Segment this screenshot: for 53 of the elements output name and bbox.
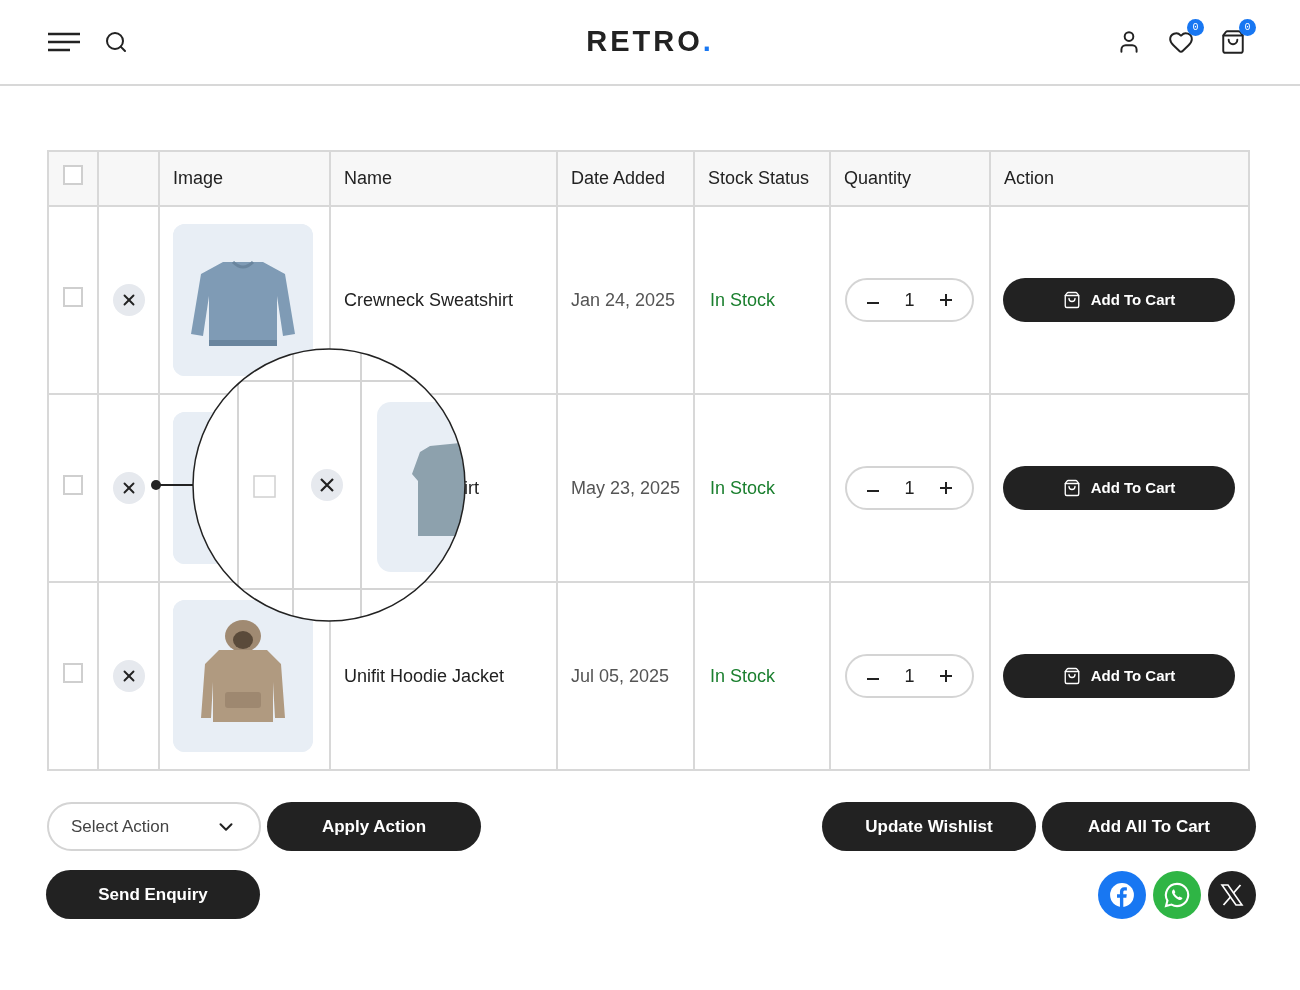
stock-status: In Stock [710, 289, 776, 310]
add-all-to-cart-button[interactable]: Add All To Cart [1042, 802, 1256, 851]
menu-icon[interactable] [48, 32, 80, 52]
remove-button[interactable] [112, 284, 145, 316]
remove-button[interactable] [112, 660, 145, 692]
stock-status: In Stock [710, 477, 776, 498]
checkbox[interactable] [63, 165, 83, 185]
quantity-stepper[interactable]: 1 [845, 654, 974, 698]
share-button[interactable] [1208, 870, 1256, 919]
add-to-cart-button[interactable]: Add To Cart [1003, 278, 1235, 322]
facebook-icon [1109, 881, 1135, 908]
add-to-cart-button[interactable]: Add To Cart [1003, 466, 1235, 510]
search-icon[interactable] [104, 30, 128, 54]
select-action-dropdown[interactable]: Select Action [47, 802, 261, 851]
column-header: Action [1004, 168, 1055, 188]
column-header: Stock Status [708, 168, 810, 188]
product-name[interactable]: Crewneck Sweatshirt [344, 289, 514, 310]
product-name[interactable]: Unifit Hoodie Jacket [344, 665, 505, 686]
date-added: May 23, 2025 [571, 477, 681, 498]
quantity-value: 1 [904, 664, 915, 688]
remove-button[interactable] [112, 472, 145, 504]
add-to-cart-button[interactable]: Add To Cart [1003, 654, 1235, 698]
plus-icon[interactable] [940, 294, 952, 306]
quantity-stepper[interactable]: 1 [845, 278, 974, 322]
plus-icon[interactable] [940, 482, 952, 494]
quantity-stepper[interactable]: 1 [845, 466, 974, 510]
date-added: Jan 24, 2025 [571, 289, 676, 310]
bag-icon [1062, 667, 1081, 685]
apply-action-button[interactable]: Apply Action [267, 802, 481, 851]
cart-icon[interactable] [1220, 29, 1246, 55]
bag-icon [1062, 479, 1081, 497]
column-header: Date Added [571, 168, 666, 188]
column-header: Image [173, 168, 224, 188]
x-logo-icon [1220, 882, 1244, 907]
date-added: Jul 05, 2025 [571, 665, 670, 686]
checkbox[interactable] [63, 662, 83, 683]
wishlist-icon[interactable] [1168, 29, 1194, 55]
quantity-value: 1 [904, 288, 915, 312]
quantity-value: 1 [904, 476, 915, 500]
update-wishlist-button[interactable]: Update Wishlist [822, 802, 1036, 851]
checkbox[interactable] [63, 286, 83, 307]
plus-icon[interactable] [940, 670, 952, 682]
send-enquiry-button[interactable]: Send Enquiry [46, 870, 260, 919]
bag-icon [1062, 291, 1081, 309]
column-header: Name [344, 168, 392, 188]
stock-status: In Stock [710, 665, 776, 686]
product-name[interactable]: irt [464, 477, 479, 498]
column-header: Quantity [844, 168, 912, 188]
wishlist-count: 0 [1187, 19, 1204, 36]
logo[interactable]: RETRO. [586, 20, 714, 64]
whatsapp-icon [1163, 880, 1191, 909]
cart-count: 0 [1239, 19, 1256, 36]
checkbox[interactable] [63, 474, 83, 495]
